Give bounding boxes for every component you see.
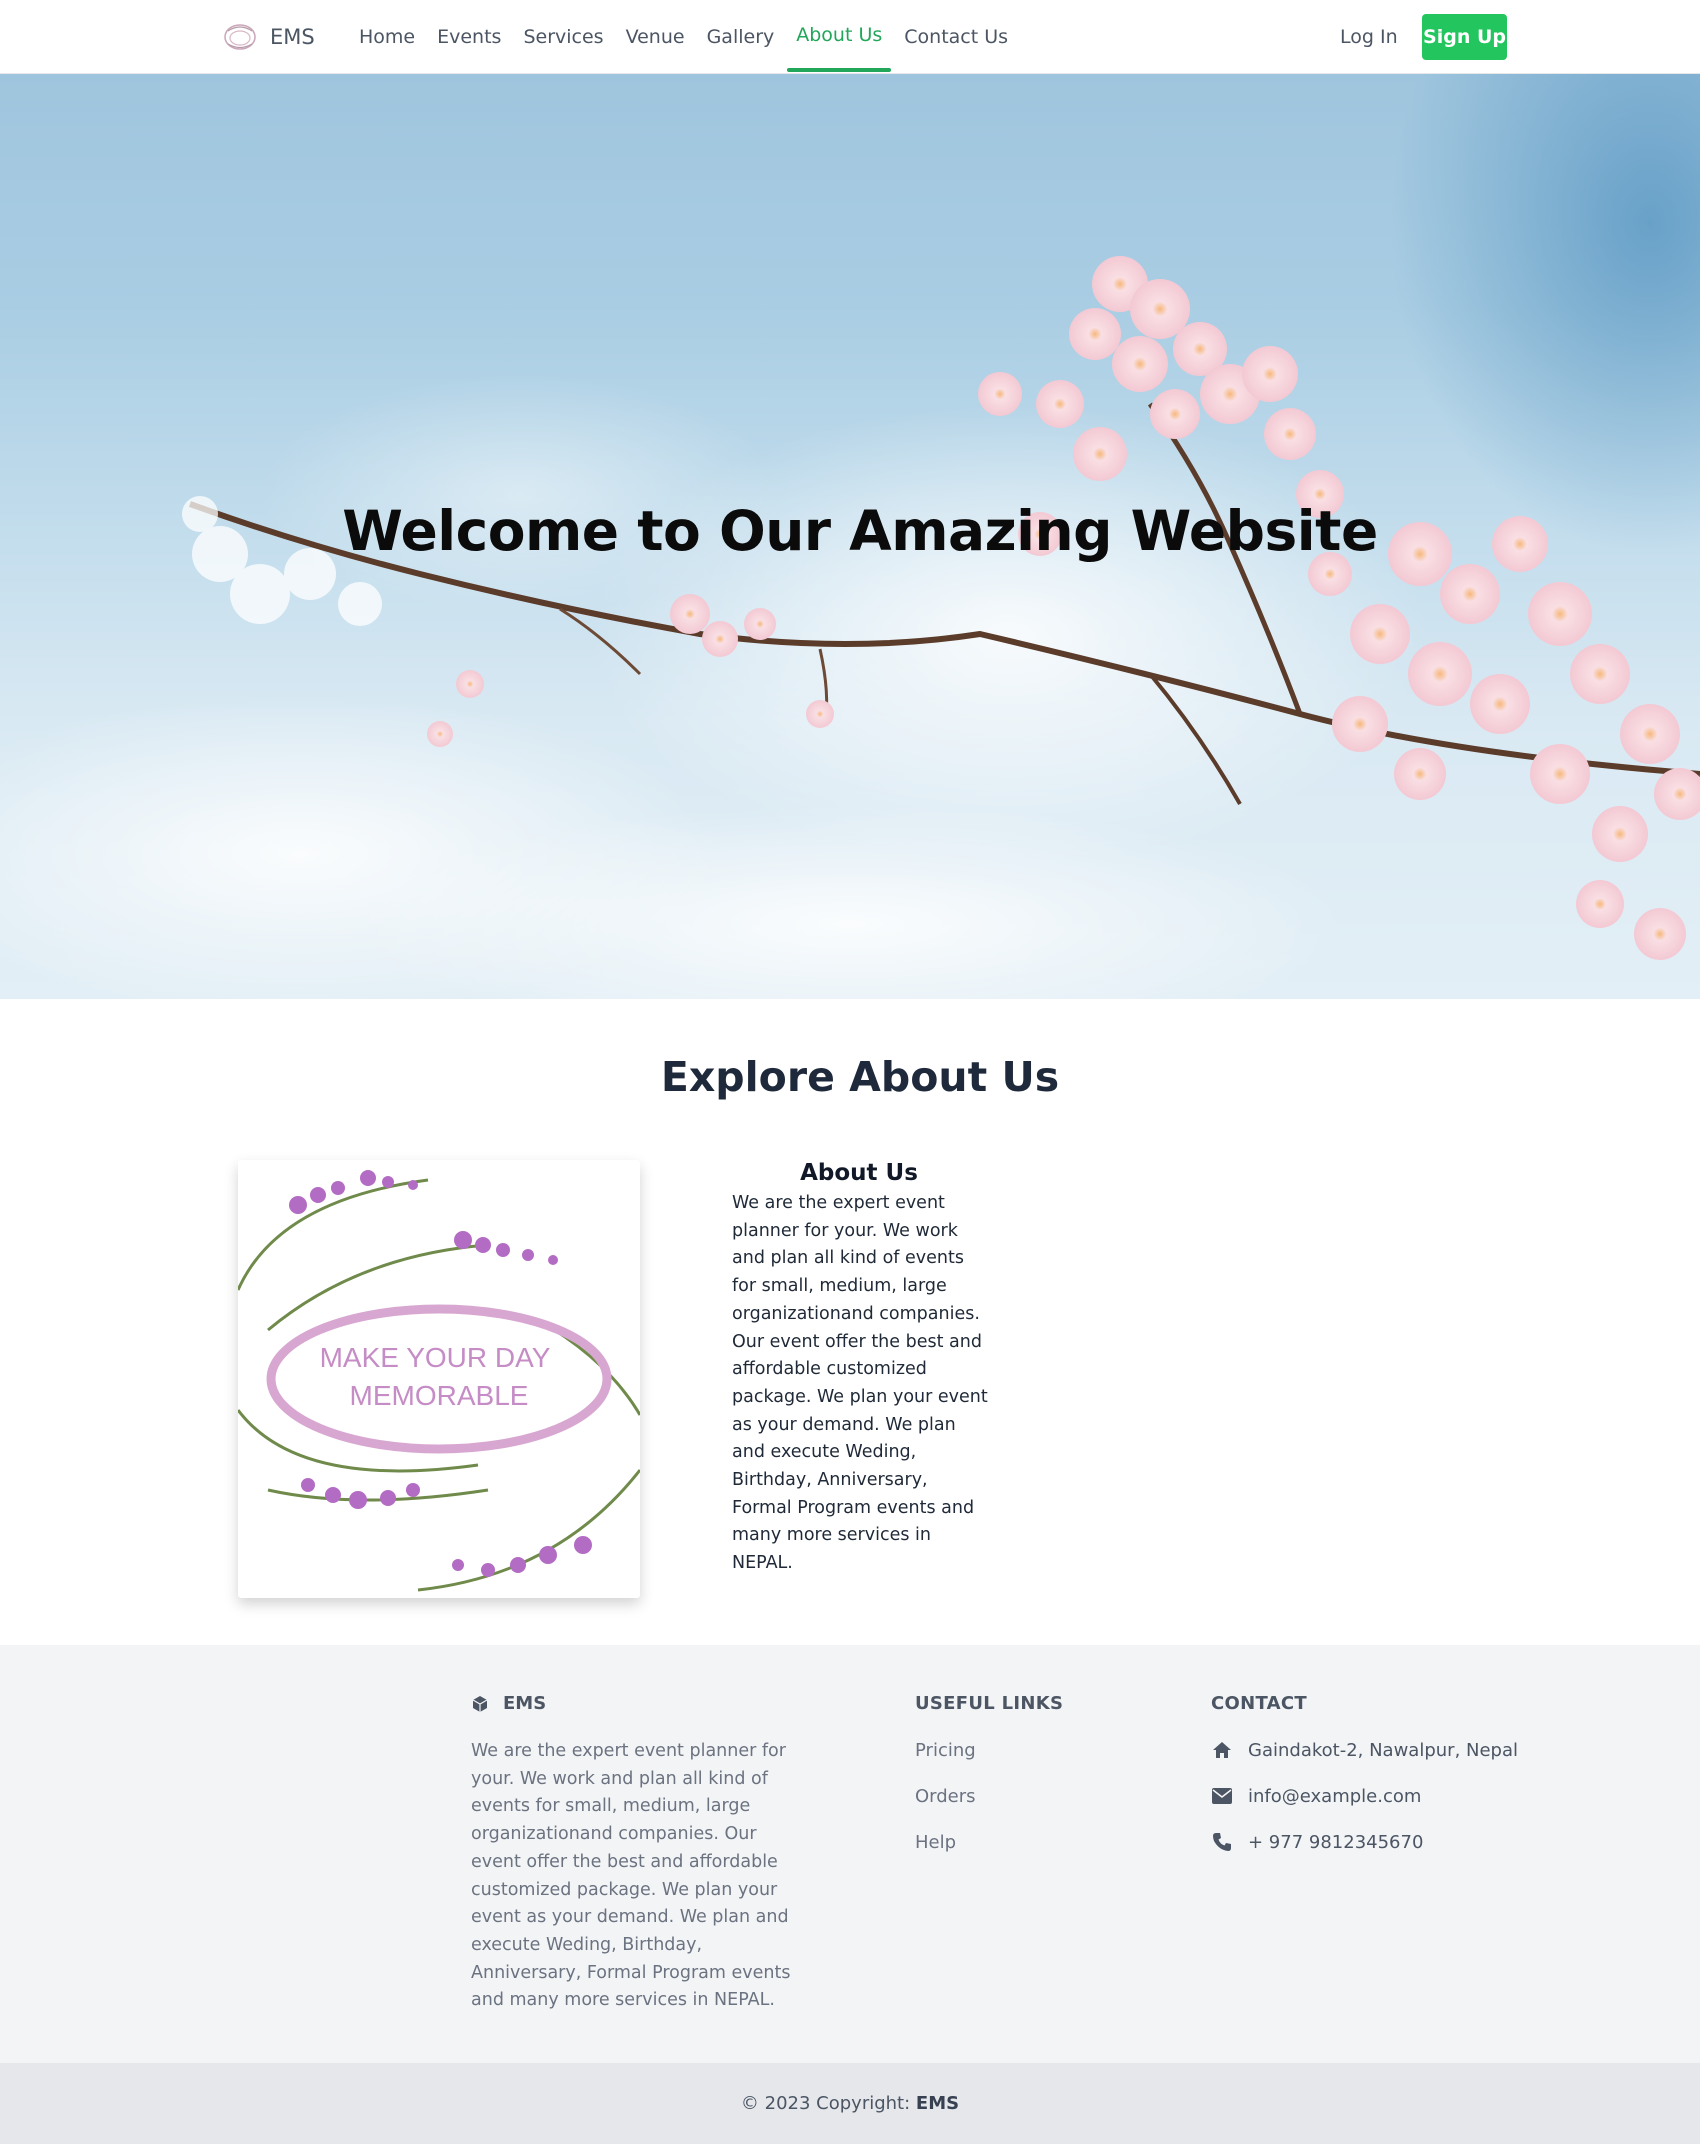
footer-link-pricing[interactable]: Pricing (915, 1740, 976, 1761)
main-nav: Home Events Services Venue Gallery About… (348, 0, 1019, 74)
address-text: Gaindakot-2, Nawalpur, Nepal (1248, 1739, 1519, 1761)
brand-name: EMS (270, 25, 315, 49)
nav-about-us[interactable]: About Us (787, 0, 892, 74)
hero-banner: Welcome to Our Amazing Website (0, 74, 1700, 999)
signup-button[interactable]: Sign Up (1422, 14, 1507, 60)
copyright-bar: © 2023 Copyright: EMS (0, 2063, 1700, 2144)
copyright-brand[interactable]: EMS (916, 2093, 959, 2114)
nav-home[interactable]: Home (348, 0, 426, 74)
footer (0, 1645, 1700, 2063)
footer-link-help[interactable]: Help (915, 1832, 956, 1853)
login-link[interactable]: Log In (1340, 20, 1398, 54)
home-icon (1211, 1739, 1233, 1761)
about-body: We are the expert event planner for your… (732, 1193, 988, 1574)
contact-phone: + 977 9812345670 (1211, 1831, 1423, 1853)
footer-link-orders[interactable]: Orders (915, 1786, 976, 1807)
footer-brand-name: EMS (503, 1693, 547, 1714)
contact-address: Gaindakot-2, Nawalpur, Nepal (1211, 1739, 1518, 1761)
nav-services[interactable]: Services (512, 0, 614, 74)
copyright-text: © 2023 Copyright: (740, 2093, 916, 2114)
footer-description: We are the expert event planner for your… (471, 1741, 791, 2011)
footer-brand: EMS (471, 1693, 546, 1714)
contact-email: info@example.com (1211, 1785, 1421, 1807)
email-text: info@example.com (1248, 1785, 1422, 1807)
nav-about-us-label: About Us (796, 24, 883, 46)
useful-links-heading: USEFUL LINKS (915, 1693, 1064, 1714)
navbar: EMS Home Events Services Venue Gallery A… (0, 0, 1700, 74)
brand[interactable]: EMS (220, 14, 315, 60)
cube-icon (472, 1695, 488, 1712)
brand-logo-icon (220, 17, 260, 57)
contact-heading: CONTACT (1211, 1693, 1307, 1714)
phone-icon (1211, 1831, 1233, 1853)
nav-venue[interactable]: Venue (615, 0, 696, 74)
nav-events[interactable]: Events (426, 0, 512, 74)
about-heading: About Us (800, 1160, 918, 1186)
section-title: Explore About Us (660, 1053, 1060, 1101)
envelope-icon (1211, 1785, 1233, 1807)
memorable-day-image: MAKE YOUR DAY MEMORABLE (238, 1160, 640, 1598)
nav-contact-us[interactable]: Contact Us (893, 0, 1019, 74)
image-text-line1: MAKE YOUR DAY (320, 1342, 551, 1373)
nav-gallery[interactable]: Gallery (696, 0, 786, 74)
image-text-line2: MEMORABLE (350, 1380, 529, 1411)
phone-text: + 977 9812345670 (1248, 1831, 1424, 1853)
hero-title: Welcome to Our Amazing Website (342, 499, 1378, 563)
